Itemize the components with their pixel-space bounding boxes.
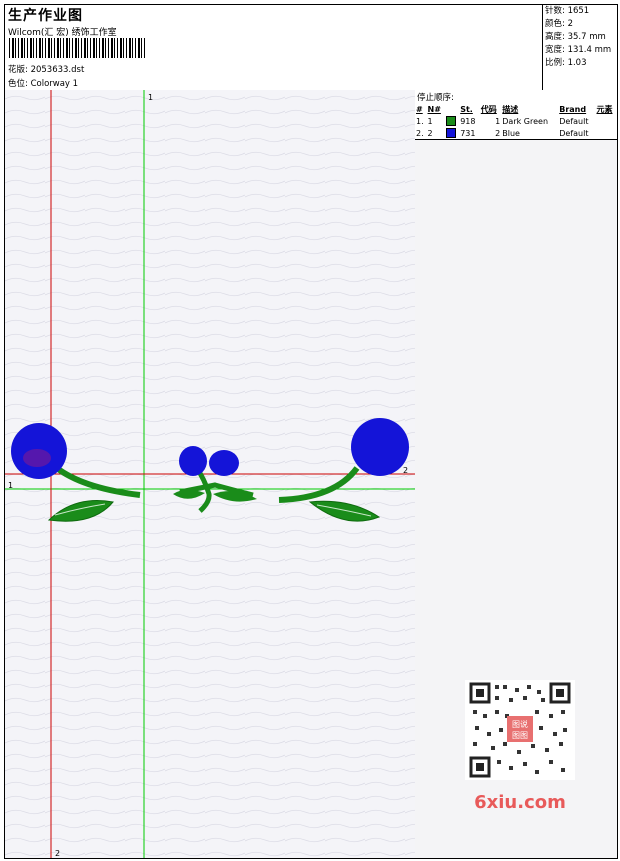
row-stitches: 731: [460, 128, 476, 138]
row-code: 1: [495, 116, 501, 126]
row-index: 1.: [416, 116, 424, 126]
svg-text:图说: 图说: [512, 719, 528, 729]
row-index: 2.: [416, 128, 424, 138]
stop-sequence-title: 停止顺序:: [415, 90, 617, 104]
column-header: 元素: [596, 105, 613, 114]
row-code: 2: [495, 128, 501, 138]
row-needle: 1: [427, 116, 433, 126]
column-header: 描述: [502, 105, 519, 114]
design-width: 宽度: 131.4 mm: [545, 45, 612, 55]
design-preview: 1 1 2 2: [5, 90, 415, 858]
colorway-label: 色位:: [8, 79, 28, 89]
thread-table-header: # N# St. 代码 描述 Brand 元素: [415, 104, 617, 115]
thread-table: # N# St. 代码 描述 Brand 元素 1. 1 918 1 Dark …: [415, 104, 617, 140]
green-vertical-guide-label: 1: [148, 93, 153, 102]
red-horizontal-guide-label: 2: [403, 466, 408, 475]
table-row[interactable]: 2. 2 731 2 Blue Default: [415, 127, 617, 140]
row-needle: 2: [427, 128, 433, 138]
center-blue-bud-right: [209, 450, 239, 476]
green-horizontal-guide-label: 1: [8, 481, 13, 490]
row-description: Blue: [502, 128, 520, 138]
watermark-site-text: 6xiu.com: [474, 792, 566, 813]
colorway-line: 色位: Colorway 1: [8, 77, 78, 89]
row-description: Dark Green: [502, 116, 549, 126]
table-row[interactable]: 1. 1 918 1 Dark Green Default: [415, 115, 617, 127]
design-scale: 比例: 1.03: [545, 58, 587, 68]
design-specs: 针数: 1651 颜色: 2 高度: 35.7 mm 宽度: 131.4 mm …: [542, 5, 618, 90]
design-file-value: 2053633.dst: [30, 65, 85, 75]
barcode-image: [9, 38, 145, 58]
qr-watermark: 图说 图图 6xiu.com: [465, 680, 575, 820]
row-brand: Default: [559, 128, 589, 138]
svg-text:图图: 图图: [512, 731, 528, 740]
worksheet-header: 生产作业图 Wilcom(汇 宏) 绣饰工作室 花版: 2053633.dst …: [5, 5, 617, 91]
color-count: 颜色: 2: [545, 19, 573, 29]
design-height: 高度: 35.7 mm: [545, 32, 606, 42]
row-brand: Default: [559, 116, 589, 126]
right-blue-bloom: [351, 418, 409, 476]
red-vertical-guide-label: 2: [55, 849, 60, 858]
thread-color-swatch: [445, 116, 456, 126]
row-stitches: 918: [460, 116, 476, 126]
embroidery-design-canvas[interactable]: 1 1 2 2: [5, 90, 416, 858]
page-title: 生产作业图: [8, 8, 83, 24]
design-file-label: 花版:: [8, 65, 28, 75]
column-header: N#: [427, 105, 441, 114]
stitch-count: 针数: 1651: [545, 6, 590, 16]
design-file-line: 花版: 2053633.dst: [8, 63, 84, 75]
company-name: Wilcom(汇 宏) 绣饰工作室: [8, 28, 117, 38]
colorway-value: Colorway 1: [30, 79, 79, 89]
center-blue-bud-left: [179, 446, 207, 476]
column-header: Brand: [559, 105, 587, 114]
column-header: St.: [460, 105, 473, 114]
qr-code-icon: 图说 图图 6xiu.com: [465, 680, 575, 813]
column-header: [445, 104, 459, 115]
thread-color-swatch: [445, 128, 456, 138]
column-header: #: [416, 105, 423, 114]
column-header: 代码: [480, 105, 497, 114]
